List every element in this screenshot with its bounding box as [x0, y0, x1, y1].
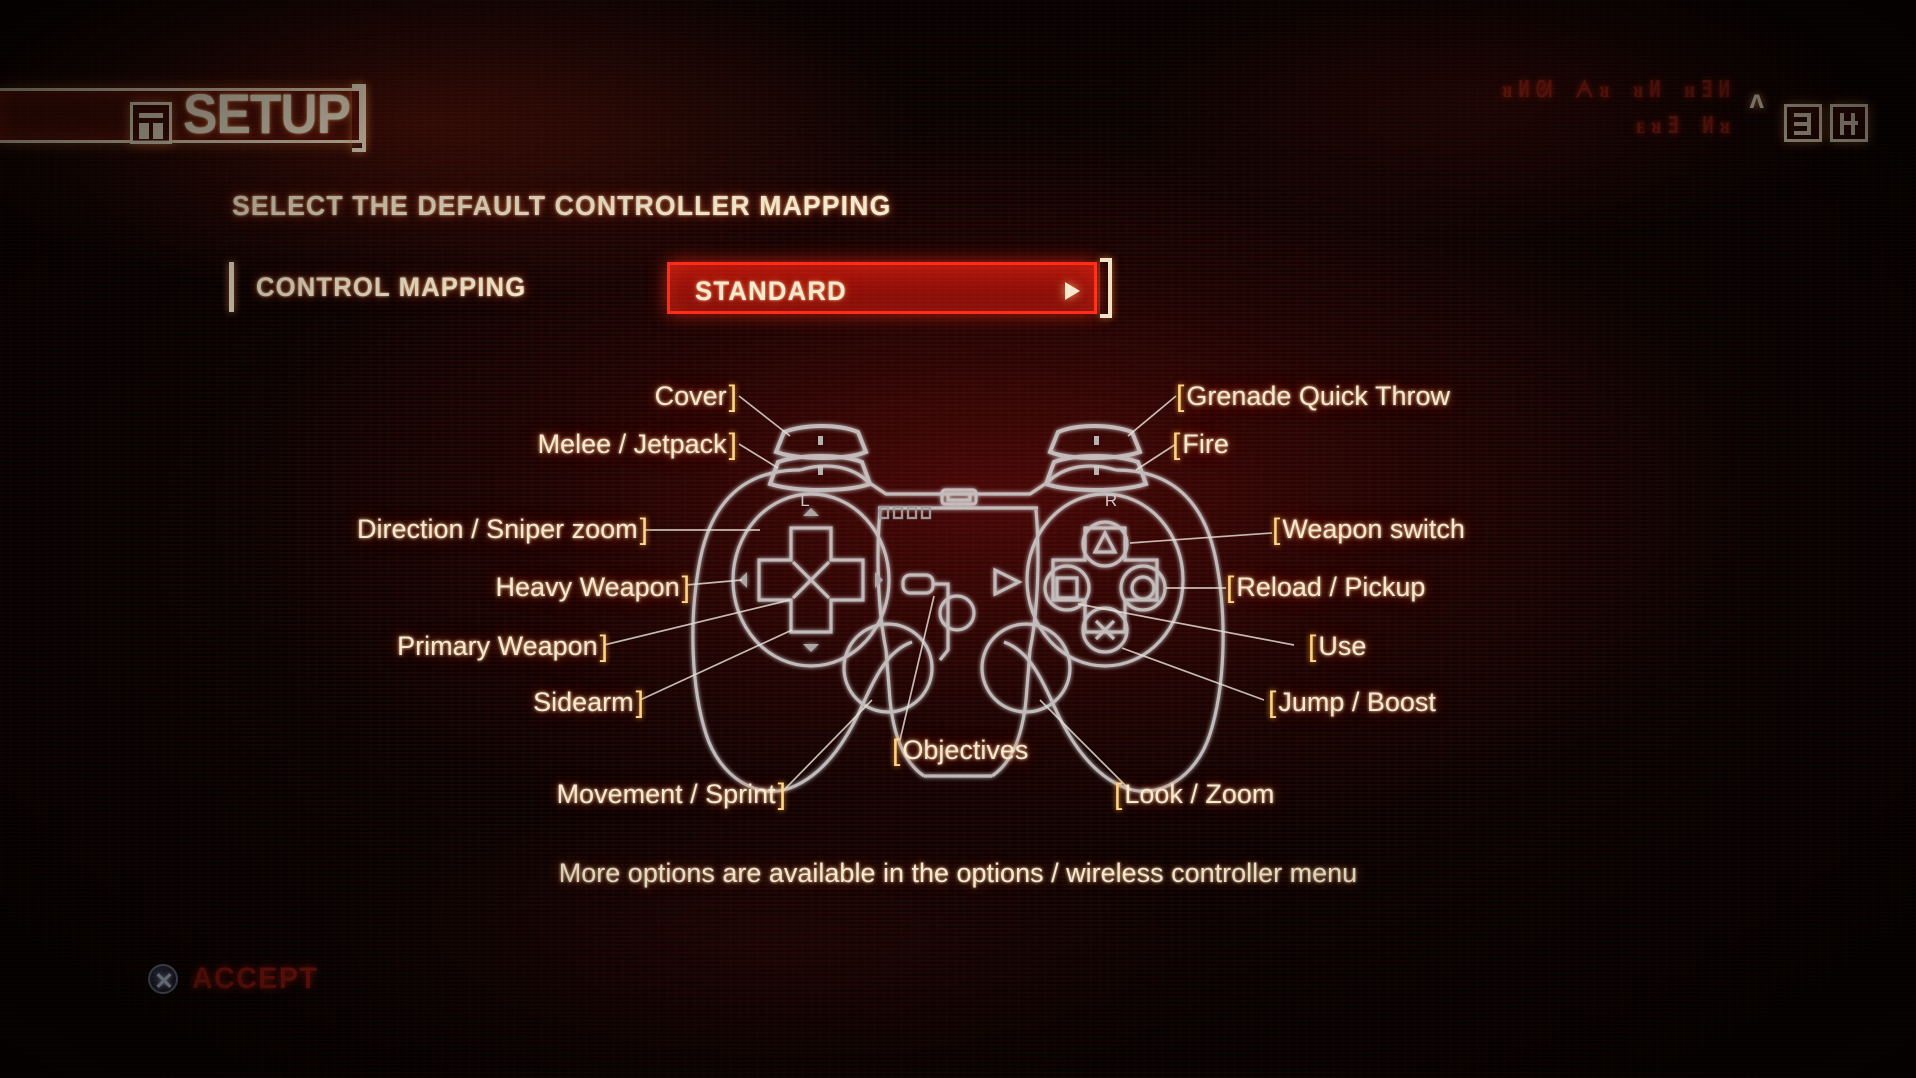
decorative-alien-glyphs: ᴚИᘛ ᗅᴚ ᴚИ ᴎƎИ ᴇᴚƎ Иᴚ — [1502, 72, 1736, 144]
callout-bracket: ] — [777, 777, 786, 811]
callout-label: Sidearm — [533, 687, 634, 717]
callout-bracket: [ — [1114, 777, 1123, 811]
shoulder-right-label: R — [1105, 491, 1117, 510]
callout-bracket: ] — [728, 379, 737, 413]
callout-cover: Cover] — [0, 381, 737, 412]
setup-panel-icon — [130, 102, 172, 144]
callout-label: Objectives — [902, 735, 1029, 765]
accept-button[interactable]: ACCEPT — [148, 962, 325, 996]
callout-bracket: [ — [1272, 512, 1281, 546]
callout-reload-pickup: [Reload / Pickup — [1226, 572, 1425, 603]
hud-icon-group — [1784, 104, 1868, 142]
callout-label: Grenade Quick Throw — [1186, 381, 1450, 411]
callout-label: Primary Weapon — [397, 631, 598, 661]
glyph-line-2: ᴇᴚƎ Иᴚ — [1636, 112, 1736, 140]
callout-label: Heavy Weapon — [495, 572, 680, 602]
callout-jump-boost: [Jump / Boost — [1268, 687, 1436, 718]
callout-bracket: [ — [1308, 629, 1317, 663]
options-hint-text: More options are available in the option… — [558, 858, 1358, 888]
screen-subtitle: SELECT THE DEFAULT CONTROLLER MAPPING — [232, 190, 892, 221]
glyph-line-1: ᴚИᘛ ᗅᴚ ᴚИ ᴎƎИ — [1502, 76, 1736, 104]
callout-bracket: ] — [681, 570, 690, 604]
page-title: SETUP — [183, 82, 351, 145]
callout-bracket: ] — [728, 427, 737, 461]
callout-label: Jump / Boost — [1278, 687, 1436, 717]
callout-primary-weapon: Primary Weapon] — [0, 631, 608, 662]
callout-weapon-switch: [Weapon switch — [1272, 514, 1465, 545]
callout-label: Look / Zoom — [1124, 779, 1275, 809]
callout-use: [Use — [1308, 631, 1366, 662]
row-tick-marker — [229, 262, 234, 312]
game-setup-screen: SETUP ᴚИᘛ ᗅᴚ ᴚИ ᴎƎИ ᴇᴚƎ Иᴚ ᴧ SELECT THE … — [0, 0, 1916, 1078]
callout-look-zoom: [Look / Zoom — [1114, 779, 1274, 810]
accept-button-label: ACCEPT — [192, 962, 319, 995]
callout-label: Fire — [1182, 429, 1229, 459]
callout-grenade-quick-throw: [Grenade Quick Throw — [1176, 381, 1450, 412]
hud-glyph-box-right-icon — [1830, 104, 1868, 142]
hud-glyph-box-left-icon — [1784, 104, 1822, 142]
callout-label: Use — [1318, 631, 1367, 661]
callout-movement-sprint: Movement / Sprint] — [0, 779, 786, 810]
callout-direction-sniper-zoom: Direction / Sniper zoom] — [0, 514, 648, 545]
control-mapping-select[interactable]: STANDARD — [667, 262, 1097, 314]
callout-bracket: [ — [1176, 379, 1185, 413]
callout-label: Direction / Sniper zoom — [357, 514, 638, 544]
right-arrow-icon[interactable] — [1065, 282, 1080, 300]
callout-bracket: [ — [1226, 570, 1235, 604]
callout-bracket: [ — [1172, 427, 1181, 461]
callout-label: Cover — [654, 381, 727, 411]
callout-fire: [Fire — [1172, 429, 1229, 460]
callout-bracket: [ — [892, 733, 901, 767]
callout-label: Movement / Sprint — [556, 779, 776, 809]
callout-objectives: [Objectives — [892, 735, 1028, 766]
callout-label: Reload / Pickup — [1236, 572, 1426, 602]
callout-label: Melee / Jetpack — [537, 429, 727, 459]
callout-melee-jetpack: Melee / Jetpack] — [0, 429, 737, 460]
control-mapping-label: CONTROL MAPPING — [256, 272, 527, 302]
control-mapping-bracket — [1100, 258, 1112, 318]
callout-bracket: [ — [1268, 685, 1277, 719]
shoulder-left-label: L — [800, 491, 809, 510]
callout-bracket: ] — [599, 629, 608, 663]
title-bracket — [352, 84, 366, 152]
playstation-cross-button-icon — [148, 964, 178, 994]
callout-bracket: ] — [639, 512, 648, 546]
callout-label: Weapon switch — [1282, 514, 1465, 544]
glyph-caret-icon: ᴧ — [1749, 84, 1764, 114]
callout-heavy-weapon: Heavy Weapon] — [0, 572, 690, 603]
control-mapping-value: STANDARD — [695, 276, 847, 306]
callout-sidearm: Sidearm] — [0, 687, 644, 718]
callout-bracket: ] — [635, 685, 644, 719]
